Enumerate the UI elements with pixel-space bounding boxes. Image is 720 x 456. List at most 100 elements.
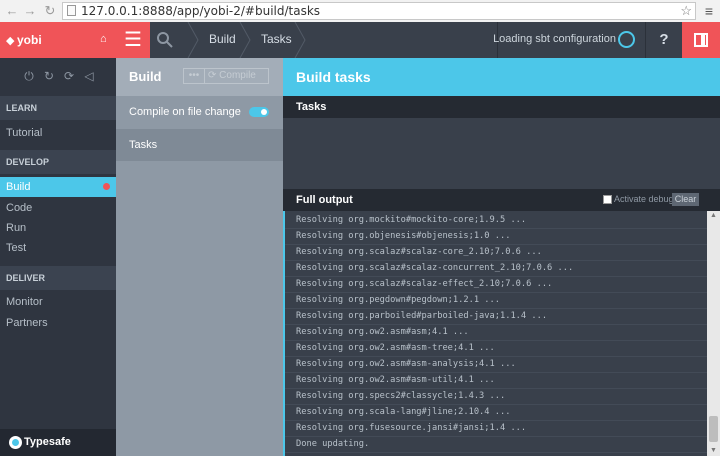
log-separator xyxy=(285,436,707,437)
log-line: Resolving org.specs2#classycle;1.4.3 ... xyxy=(296,391,506,401)
power-icon[interactable]: ⏻ xyxy=(22,69,36,83)
build-tasks-content: Build tasks Tasks Full output Activate d… xyxy=(283,58,720,456)
sidebar-item-run[interactable]: Run xyxy=(0,218,116,238)
address-bar[interactable]: 127.0.0.1:8888/app/yobi-2/#build/tasks ☆ xyxy=(62,2,696,20)
sidebar-item-test[interactable]: Test xyxy=(0,238,116,258)
help-button[interactable]: ? xyxy=(646,22,682,58)
page-title: Build tasks xyxy=(296,69,371,85)
scroll-down-icon[interactable]: ▼ xyxy=(707,446,720,456)
compile-button[interactable]: ••• ⟳ Compile xyxy=(183,68,269,84)
log-line: Resolving org.scala-lang#jline;2.10.4 ..… xyxy=(296,407,511,417)
sidebar-item-monitor[interactable]: Monitor xyxy=(0,292,116,312)
menu-toggle-button[interactable]: ☰ xyxy=(116,22,150,58)
log-separator xyxy=(285,372,707,373)
sidebar-controls: ⏻ ↻ ⟳ ◁ xyxy=(0,58,116,96)
loading-spinner-icon xyxy=(618,31,635,48)
log-line: Resolving org.parboiled#parboiled-java;1… xyxy=(296,311,548,321)
compile-on-change-label: Compile on file change xyxy=(129,106,241,118)
project-brand[interactable]: ◆ yobi ⌂ xyxy=(0,22,116,58)
log-separator xyxy=(285,324,707,325)
top-bar: ☰ Build Tasks Loading sbt configuration … xyxy=(116,22,720,58)
output-title: Full output xyxy=(296,194,353,206)
log-separator xyxy=(285,356,707,357)
log-line: Done updating. xyxy=(296,439,370,449)
output-scrollbar[interactable]: ▲ ▼ xyxy=(707,211,720,456)
log-separator xyxy=(285,420,707,421)
log-line: Resolving org.scalaz#scalaz-concurrent_2… xyxy=(296,263,574,273)
reload-icon[interactable]: ↻ xyxy=(42,3,58,19)
log-separator xyxy=(285,452,707,453)
log-separator xyxy=(285,308,707,309)
status-text: Loading sbt configuration xyxy=(493,33,616,45)
log-line: Resolving org.mockito#mockito-core;1.9.5… xyxy=(296,215,527,225)
tasks-list xyxy=(283,118,720,189)
panel-toggle-button[interactable] xyxy=(682,22,720,58)
log-separator xyxy=(285,244,707,245)
sidebar-item-build[interactable]: Build xyxy=(0,177,116,197)
output-header: Full output Activate debug Clear xyxy=(283,189,720,211)
home-icon[interactable]: ⌂ xyxy=(100,33,107,45)
breadcrumb-build[interactable]: Build xyxy=(209,22,236,58)
log-line: Resolving org.scalaz#scalaz-core_2.10;7.… xyxy=(296,247,542,257)
project-name: yobi xyxy=(17,33,42,47)
refresh-icon[interactable]: ↻ xyxy=(42,69,56,83)
brand-name: Typesafe xyxy=(24,436,71,448)
log-line: Resolving org.ow2.asm#asm;4.1 ... xyxy=(296,327,469,337)
typesafe-brand[interactable]: Typesafe xyxy=(0,429,116,456)
compile-on-change-toggle[interactable] xyxy=(249,107,269,117)
compile-label: ⟳ Compile xyxy=(208,70,256,81)
breadcrumb-separator-icon xyxy=(187,22,199,58)
forward-icon[interactable]: → xyxy=(22,3,38,19)
clear-button[interactable]: Clear xyxy=(672,193,699,206)
section-develop: DEVELOP xyxy=(0,150,116,174)
more-icon[interactable]: ••• xyxy=(184,69,205,83)
page-icon xyxy=(67,5,76,16)
log-line: Resolving org.ow2.asm#asm-analysis;4.1 .… xyxy=(296,359,516,369)
section-deliver: DELIVER xyxy=(0,266,116,290)
output-log[interactable]: Resolving org.mockito#mockito-core;1.9.5… xyxy=(283,211,707,456)
bookmark-star-icon[interactable]: ☆ xyxy=(680,3,692,19)
volume-icon[interactable]: ◁ xyxy=(82,69,96,83)
search-icon[interactable] xyxy=(156,31,174,49)
breadcrumb-separator-icon xyxy=(239,22,251,58)
log-separator xyxy=(285,404,707,405)
scrollbar-thumb[interactable] xyxy=(709,416,718,442)
sidebar-item-tutorial[interactable]: Tutorial xyxy=(0,123,116,143)
log-line: Resolving org.scalaz#scalaz-effect_2.10;… xyxy=(296,279,553,289)
log-line: Resolving org.pegdown#pegdown;1.2.1 ... xyxy=(296,295,500,305)
project-logo-icon: ◆ xyxy=(6,35,15,47)
log-separator xyxy=(285,228,707,229)
back-icon[interactable]: ← xyxy=(4,3,20,19)
sidebar-item-code[interactable]: Code xyxy=(0,198,116,218)
activate-debug-checkbox[interactable] xyxy=(603,195,612,204)
browser-toolbar: ← → ↻ 127.0.0.1:8888/app/yobi-2/#build/t… xyxy=(0,0,720,23)
build-panel-title: Build xyxy=(129,69,162,84)
sidebar-item-partners[interactable]: Partners xyxy=(0,313,116,333)
sidebar-item-label: Build xyxy=(6,181,31,193)
sync-icon[interactable]: ⟳ xyxy=(62,69,76,83)
log-separator xyxy=(285,260,707,261)
log-line: Resolving org.ow2.asm#asm-util;4.1 ... xyxy=(296,375,495,385)
breadcrumb-tasks[interactable]: Tasks xyxy=(261,22,292,58)
sidebar: ⏻ ↻ ⟳ ◁ LEARN Tutorial DEVELOP Build Cod… xyxy=(0,58,116,456)
browser-menu-icon[interactable]: ≡ xyxy=(702,3,716,19)
status-dot-icon xyxy=(103,183,110,190)
tasks-header: Tasks xyxy=(283,96,720,118)
activate-debug-label: Activate debug xyxy=(614,194,674,204)
scroll-up-icon[interactable]: ▲ xyxy=(707,211,720,221)
breadcrumb-separator-icon xyxy=(294,22,306,58)
section-learn: LEARN xyxy=(0,96,116,120)
compile-text: Compile xyxy=(219,70,256,81)
log-separator xyxy=(285,276,707,277)
build-panel: Build ••• ⟳ Compile Compile on file chan… xyxy=(116,58,283,456)
log-line: Resolving org.ow2.asm#asm-tree;4.1 ... xyxy=(296,343,495,353)
tasks-item[interactable]: Tasks xyxy=(116,129,283,161)
typesafe-logo-icon xyxy=(9,436,22,449)
url-text[interactable]: 127.0.0.1:8888/app/yobi-2/#build/tasks xyxy=(81,3,320,19)
tasks-item-label: Tasks xyxy=(129,139,158,151)
log-separator xyxy=(285,388,707,389)
log-separator xyxy=(285,292,707,293)
build-panel-header: Build ••• ⟳ Compile xyxy=(116,58,283,96)
content-header: Build tasks xyxy=(283,58,720,96)
log-line: Resolving org.objenesis#objenesis;1.0 ..… xyxy=(296,231,511,241)
